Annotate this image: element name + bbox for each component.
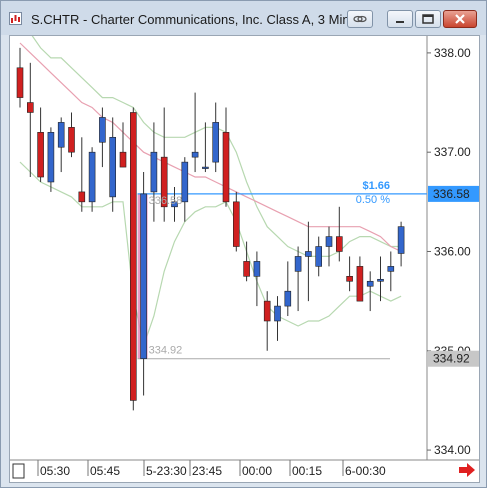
x-tick-label: 05:30	[40, 464, 70, 478]
candle-body	[274, 305, 281, 322]
app-icon	[9, 12, 22, 25]
measure-amount: $1.66	[362, 180, 390, 192]
restore-button[interactable]	[415, 10, 441, 28]
candle-body	[315, 246, 323, 267]
minimize-button[interactable]	[387, 10, 413, 28]
y-tick-label: 336.00	[434, 244, 471, 258]
candle-body	[130, 112, 137, 401]
candle-body	[325, 236, 333, 247]
candle-body	[294, 256, 302, 272]
candle-body	[26, 102, 34, 113]
candle-body	[57, 122, 65, 148]
candle-body	[305, 251, 312, 257]
scroll-right-arrow-icon[interactable]	[459, 463, 475, 477]
candle-body	[16, 67, 24, 98]
candle-body	[109, 136, 116, 198]
candle-body	[181, 161, 189, 203]
candle-body	[397, 226, 405, 254]
x-tick-label: 5-23:30	[146, 464, 187, 478]
candle-body	[335, 236, 343, 252]
candle-body	[387, 266, 395, 272]
y-tick-label: 334.00	[434, 443, 471, 457]
candle-body	[377, 278, 384, 282]
title-bar[interactable]: S.CHTR - Charter Communications, Inc. Cl…	[1, 1, 486, 35]
candle-body	[68, 127, 75, 153]
candle-body	[37, 132, 44, 178]
chart-panel[interactable]: 338.00337.00336.00335.00334.0005:3005:45…	[9, 35, 480, 483]
candle-body	[253, 261, 261, 277]
minimize-icon	[396, 21, 404, 23]
plot-area[interactable]	[11, 36, 427, 460]
x-tick-label: 6-00:30	[345, 464, 386, 478]
x-tick-label: 23:45	[192, 464, 222, 478]
x-tick-label: 00:15	[292, 464, 322, 478]
candle-body	[202, 166, 209, 169]
price-flag-upper-label: 336.58	[433, 187, 470, 201]
x-tick-label: 00:00	[242, 464, 272, 478]
price-chart[interactable]: 338.00337.00336.00335.00334.0005:3005:45…	[10, 36, 479, 482]
candle-body	[191, 151, 199, 158]
candle-body	[356, 266, 364, 302]
chart-window: S.CHTR - Charter Communications, Inc. Cl…	[0, 0, 487, 488]
restore-icon	[422, 14, 434, 24]
candle-body	[99, 117, 106, 143]
candle-body	[150, 151, 158, 193]
candle-body	[119, 151, 127, 168]
candle-body	[346, 276, 353, 282]
measure-percent: 0.50 %	[356, 194, 390, 206]
candle-body	[78, 191, 86, 203]
link-icon	[353, 15, 367, 23]
price-flag-lower-label: 334.92	[433, 352, 470, 366]
candle-body	[263, 300, 271, 322]
x-tick-label: 05:45	[90, 464, 120, 478]
close-button[interactable]	[443, 10, 477, 28]
window-title: S.CHTR - Charter Communications, Inc. Cl…	[31, 12, 350, 27]
candle-body	[222, 132, 230, 203]
candle-body	[366, 280, 374, 287]
measure-start-label: 334.92	[149, 345, 183, 357]
candle-body	[212, 122, 219, 163]
close-icon	[455, 14, 465, 24]
candle-body	[47, 132, 55, 183]
candle-body	[243, 261, 250, 277]
candle-body	[88, 151, 96, 203]
scroll-box[interactable]	[12, 463, 25, 479]
candle-body	[140, 193, 147, 360]
candle-body	[284, 290, 292, 307]
y-tick-label: 338.00	[434, 46, 471, 60]
link-button[interactable]	[347, 10, 373, 28]
candle-body	[233, 201, 240, 247]
measure-end-label: 336.58	[149, 195, 183, 207]
y-tick-label: 337.00	[434, 145, 471, 159]
